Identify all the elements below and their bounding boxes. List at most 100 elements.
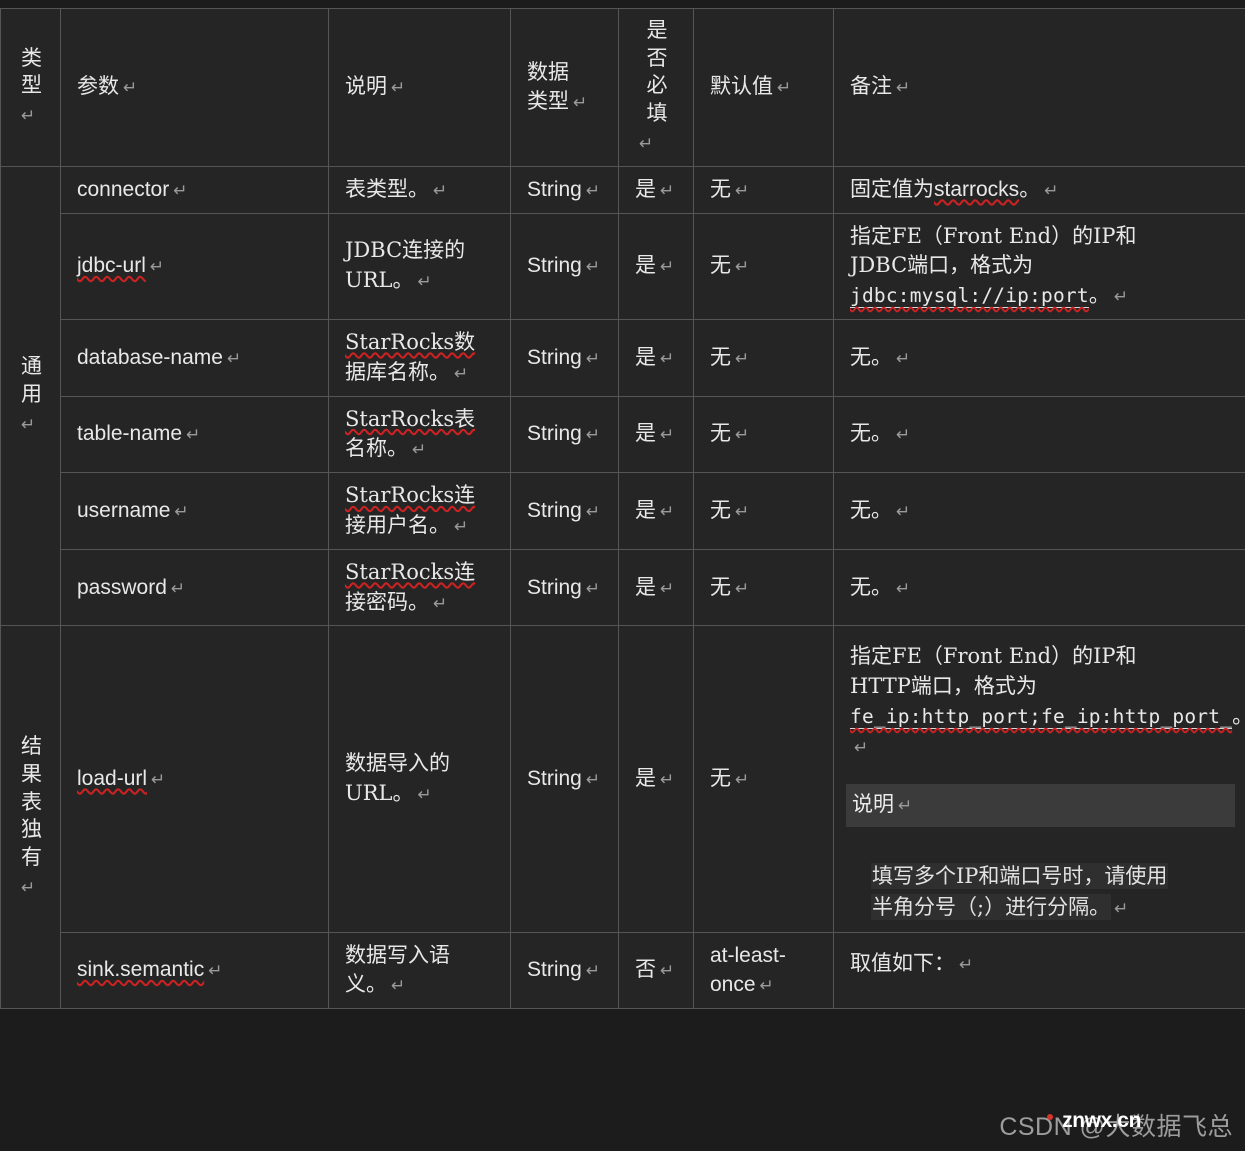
cell-remark: 固定值为starrocks。 ↵ <box>833 165 1245 214</box>
cell-remark: 无。 ↵ <box>833 548 1245 627</box>
pilcrow-mark: ↵ <box>585 425 601 446</box>
remark-code-token: starrocks <box>934 177 1020 201</box>
pilcrow-mark: ↵ <box>660 502 675 523</box>
pilcrow-mark: ↵ <box>151 770 166 791</box>
cell-param: username ↵ <box>60 472 329 550</box>
cell-remark: 指定FE（Front End）的IP和 JDBC端口，格式为 jdbc:mysq… <box>833 212 1245 320</box>
pilcrow-mark: ↵ <box>660 578 675 599</box>
cell-required: 是 ↵ <box>618 165 694 214</box>
table-row: 结果表独有 ↵ load-url ↵ 数据导入的 URL。 ↵ String ↵ 是 ↵ … <box>0 625 1245 1010</box>
cell-required: 是 ↵ <box>618 395 694 474</box>
group-label-common: 通用 ↵ <box>0 165 61 627</box>
pilcrow-mark: ↵ <box>585 502 601 523</box>
pilcrow-mark: ↵ <box>735 180 750 201</box>
cell-datatype: String ↵ <box>510 165 619 214</box>
pilcrow-mark: ↵ <box>1044 180 1059 201</box>
cell-datatype: String ↵ <box>510 212 619 320</box>
cell-desc: StarRocks连 接密码。 ↵ <box>328 548 511 627</box>
cell-default: 无 ↵ <box>693 395 834 474</box>
pilcrow-mark: ↵ <box>896 578 911 599</box>
cell-default: 无 ↵ <box>693 165 834 214</box>
pilcrow-mark: ↵ <box>186 425 201 446</box>
column-header-default: 默认值 ↵ <box>693 8 834 167</box>
pilcrow-mark: ↵ <box>585 578 601 599</box>
page-top-margin <box>0 0 1245 8</box>
column-header-type: 类型 ↵ <box>0 8 61 167</box>
cell-datatype: String ↵ <box>510 395 619 474</box>
document-page: 类型↵ 参数↵ 说明↵ 数据类型↵ 是否必填↵ 默认值↵ 备注↵ <box>0 0 1245 1151</box>
table-row: database-name ↵ StarRocks数 据库名称。 ↵ String ↵… <box>1 318 1245 397</box>
cell-param: password ↵ <box>60 548 329 627</box>
cell-required: 是 ↵ <box>618 318 694 397</box>
cell-param: load-url ↵ <box>60 625 329 933</box>
cell-desc: JDBC连接的 URL。 ↵ <box>328 212 511 320</box>
pilcrow-mark: ↵ <box>21 414 36 435</box>
pilcrow-mark: ↵ <box>1114 899 1129 919</box>
pilcrow-mark: ↵ <box>959 954 974 975</box>
cell-default: 无 ↵ <box>693 472 834 550</box>
table-row: password ↵ StarRocks连 接密码。 ↵ String ↵ 是 ↵ 无 ↵… <box>1 548 1245 627</box>
pilcrow-mark: ↵ <box>896 78 911 99</box>
pilcrow-mark: ↵ <box>639 133 654 154</box>
table-row: table-name ↵ StarRocks表 名称。 ↵ String ↵ 是 ↵ 无… <box>1 395 1245 474</box>
cell-datatype: String ↵ <box>510 625 619 933</box>
pilcrow-mark: ↵ <box>174 502 189 523</box>
pilcrow-mark: ↵ <box>170 578 186 599</box>
note-title-bar: 说明 ↵ <box>846 783 1235 827</box>
pilcrow-mark: ↵ <box>898 795 913 816</box>
cell-required: 是 ↵ <box>618 548 694 627</box>
pilcrow-mark: ↵ <box>735 770 750 791</box>
pilcrow-mark: ↵ <box>854 737 869 758</box>
table-row: username ↵ StarRocks连 接用户名。 ↵ String ↵ 是 ↵ 无… <box>1 472 1245 550</box>
pilcrow-mark: ↵ <box>1113 287 1129 308</box>
cell-remark: 取值如下： ↵ <box>833 931 1245 1010</box>
pilcrow-mark: ↵ <box>391 78 406 99</box>
pilcrow-mark: ↵ <box>735 425 750 446</box>
cell-param: sink.semantic ↵ <box>60 931 329 1010</box>
cell-required: 是 ↵ <box>618 472 694 550</box>
pilcrow-mark: ↵ <box>660 425 675 446</box>
column-header-datatype: 数据类型 ↵ <box>510 8 619 167</box>
table-body: 通用↵ connector↵ 表类型。↵ String↵ 是↵ 无↵ <box>0 165 1245 1010</box>
pilcrow-mark: ↵ <box>391 976 406 997</box>
column-header-required: 是否必填 ↵ <box>618 8 694 167</box>
table-header-row: 类型 ↵ 参数 ↵ 说明 ↵ 数据类型 ↵ 是否必填 ↵ 默认值 ↵ 备注 ↵ <box>0 8 1245 167</box>
pilcrow-mark: ↵ <box>573 93 588 114</box>
pilcrow-mark: ↵ <box>896 348 911 369</box>
cell-param: connector ↵ <box>60 165 329 214</box>
pilcrow-mark: ↵ <box>21 106 36 127</box>
table-row: sink.semantic ↵ 数据写入语 义。 ↵ String ↵ 否 ↵ at-l… <box>1 931 1245 1010</box>
pilcrow-mark: ↵ <box>896 502 911 523</box>
cell-param: database-name ↵ <box>60 318 329 397</box>
remark-code-token: fe_ip:http_port;fe_ip:http_port_ <box>850 705 1233 730</box>
pilcrow-mark: ↵ <box>433 180 448 201</box>
cell-default: 无 ↵ <box>693 212 834 320</box>
cell-param: jdbc-url ↵ <box>60 212 329 320</box>
pilcrow-mark: ↵ <box>735 257 750 278</box>
cell-required: 是 ↵ <box>618 212 694 320</box>
cell-desc: StarRocks连 接用户名。 ↵ <box>328 472 511 550</box>
cell-default: 无 ↵ <box>693 548 834 627</box>
pilcrow-mark: ↵ <box>412 440 427 461</box>
cell-remark: 无。 ↵ <box>833 472 1245 550</box>
column-header-param: 参数 ↵ <box>60 8 329 167</box>
pilcrow-mark: ↵ <box>585 348 601 369</box>
pilcrow-mark: ↵ <box>735 502 750 523</box>
table-row: jdbc-url ↵ JDBC连接的 URL。 ↵ String ↵ 是 ↵ 无 ↵ 指定… <box>1 212 1245 320</box>
pilcrow-mark: ↵ <box>735 348 750 369</box>
pilcrow-mark: ↵ <box>417 784 432 805</box>
table-header: 类型 ↵ 参数 ↵ 说明 ↵ 数据类型 ↵ 是否必填 ↵ 默认值 ↵ 备注 ↵ <box>0 8 1245 167</box>
cell-desc: StarRocks数 据库名称。 ↵ <box>328 318 511 397</box>
pilcrow-mark: ↵ <box>454 517 469 537</box>
note-callout: 说明 ↵ 填写多个IP和端口号时，请使用 半角分号（;）进行分隔。 ↵ <box>846 783 1235 924</box>
pilcrow-mark: ↵ <box>454 363 469 384</box>
group-label-sink-only: 结果表独有 ↵ <box>0 625 61 1010</box>
pilcrow-mark: ↵ <box>226 348 242 369</box>
cell-datatype: String ↵ <box>510 548 619 627</box>
cell-datatype: String ↵ <box>510 472 619 550</box>
remark-code-token: jdbc:mysql://ip:port <box>850 284 1089 309</box>
pilcrow-mark: ↵ <box>735 578 750 599</box>
pilcrow-mark: ↵ <box>660 180 675 201</box>
pilcrow-mark: ↵ <box>759 976 774 997</box>
pilcrow-mark: ↵ <box>585 961 601 982</box>
